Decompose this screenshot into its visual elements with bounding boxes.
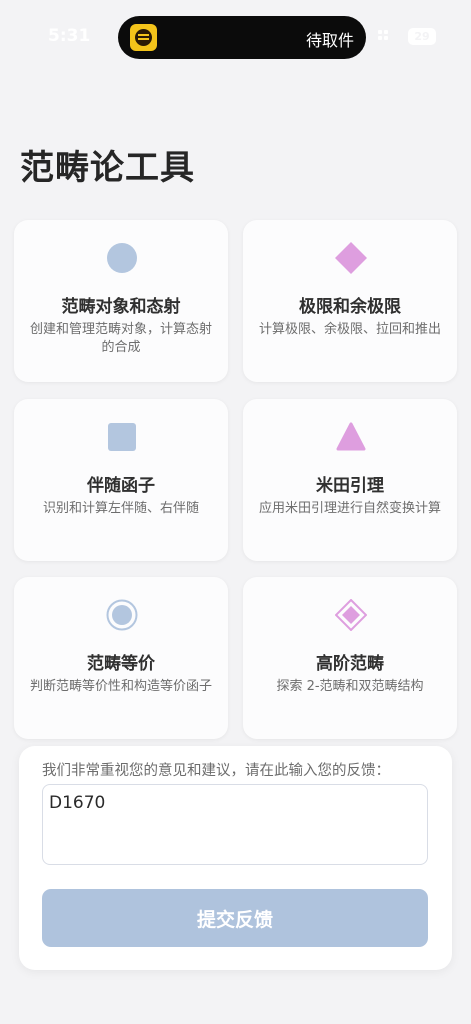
card-adjoint-functors[interactable]: 伴随函子 识别和计算左伴随、右伴随 [14, 399, 228, 561]
feedback-prompt: 我们非常重视您的意见和建议，请在此输入您的反馈： [42, 763, 390, 779]
card-category-objects[interactable]: 范畴对象和态射 创建和管理范畴对象，计算态射的合成 [14, 220, 228, 382]
feedback-input[interactable]: D1670 [42, 784, 428, 865]
card-title: 伴随函子 [87, 476, 155, 496]
card-title: 范畴对象和态射 [61, 297, 181, 317]
page-title: 范畴论工具 [20, 148, 195, 188]
diamond-icon [335, 242, 367, 274]
card-description: 计算极限、余极限、拉回和推出 [258, 322, 441, 337]
dynamic-island[interactable]: 待取件 [118, 16, 366, 59]
card-yoneda-lemma[interactable]: 米田引理 应用米田引理进行自然变换计算 [243, 399, 457, 561]
framed-diamond-icon [335, 599, 367, 631]
card-title: 高阶范畴 [316, 654, 384, 674]
card-description: 识别和计算左伴随、右伴随 [42, 501, 199, 516]
card-description: 判断范畴等价性和构造等价函子 [29, 679, 212, 694]
card-title: 米田引理 [316, 476, 384, 496]
island-status-text: 待取件 [305, 31, 354, 50]
ringed-circle-icon [106, 599, 138, 631]
status-time: 5:31 [48, 26, 91, 46]
status-bar: 5:31 待取件 29 [0, 0, 471, 80]
card-title: 极限和余极限 [299, 297, 401, 317]
card-limits[interactable]: 极限和余极限 计算极限、余极限、拉回和推出 [243, 220, 457, 382]
delivery-app-icon [130, 24, 157, 51]
card-description: 探索 2-范畴和双范畴结构 [276, 679, 424, 694]
square-icon [108, 423, 136, 451]
card-title: 范畴等价 [87, 654, 155, 674]
submit-feedback-button[interactable]: 提交反馈 [42, 889, 428, 947]
circle-icon [107, 243, 137, 273]
triangle-icon [336, 422, 366, 451]
battery-icon: 29 [408, 28, 436, 45]
card-description: 应用米田引理进行自然变换计算 [258, 501, 441, 516]
feedback-panel: 我们非常重视您的意见和建议，请在此输入您的反馈： D1670 提交反馈 [19, 746, 452, 970]
card-category-equivalence[interactable]: 范畴等价 判断范畴等价性和构造等价函子 [14, 577, 228, 739]
signal-icon [378, 30, 390, 42]
card-higher-categories[interactable]: 高阶范畴 探索 2-范畴和双范畴结构 [243, 577, 457, 739]
card-description: 创建和管理范畴对象，计算态射的合成 [29, 322, 212, 355]
